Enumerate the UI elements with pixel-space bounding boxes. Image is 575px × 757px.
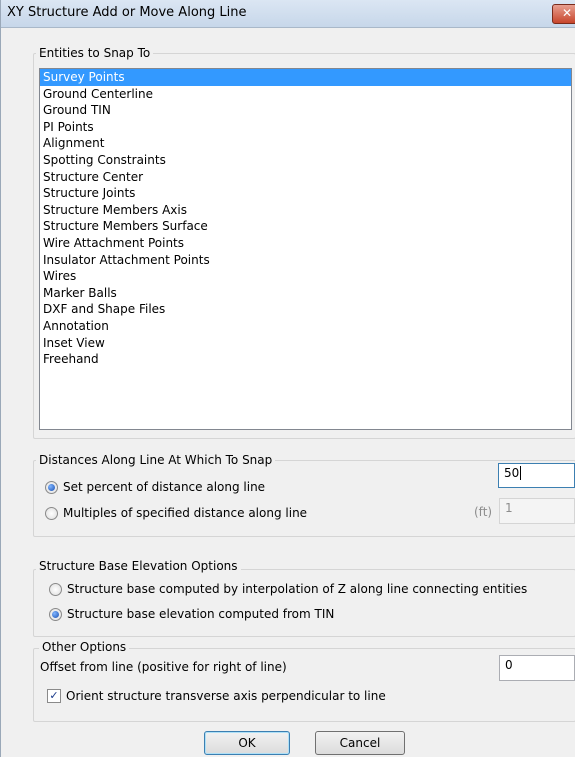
- list-item[interactable]: Structure Joints: [40, 185, 571, 202]
- entities-listbox[interactable]: Survey Points Ground Centerline Ground TIN…: [39, 68, 572, 430]
- distance-unit-label: (ft): [474, 505, 493, 519]
- multiples-input[interactable]: 1: [499, 498, 575, 524]
- cancel-button[interactable]: Cancel: [315, 731, 405, 755]
- radio-button-selected[interactable]: [45, 480, 58, 494]
- list-item[interactable]: Annotation: [40, 318, 571, 335]
- list-item[interactable]: Wire Attachment Points: [40, 235, 571, 252]
- close-icon[interactable]: ✕: [552, 4, 575, 24]
- list-item[interactable]: Alignment: [40, 135, 571, 152]
- distances-group: [33, 460, 575, 537]
- list-item[interactable]: Ground Centerline: [40, 86, 571, 103]
- title-bar[interactable]: XY Structure Add or Move Along Line ✕: [1, 0, 575, 28]
- tin-radio[interactable]: Structure base elevation computed from T…: [49, 607, 334, 621]
- list-item[interactable]: Freehand: [40, 351, 571, 368]
- tin-radio-label: Structure base elevation computed from T…: [67, 607, 335, 621]
- interp-radio-label: Structure base computed by interpolation…: [67, 582, 528, 596]
- list-item[interactable]: Structure Members Surface: [40, 218, 571, 235]
- list-item[interactable]: Structure Center: [40, 169, 571, 186]
- list-item[interactable]: PI Points: [40, 119, 571, 136]
- orient-checkbox-label: Orient structure transverse axis perpend…: [66, 689, 386, 703]
- offset-value: 0: [505, 658, 513, 672]
- radio-button-selected[interactable]: [49, 607, 62, 621]
- list-item[interactable]: Inset View: [40, 335, 571, 352]
- interp-radio[interactable]: Structure base computed by interpolation…: [49, 582, 527, 596]
- list-item[interactable]: Survey Points: [40, 69, 571, 86]
- dialog: XY Structure Add or Move Along Line ✕ En…: [0, 0, 575, 757]
- radio-button-unselected[interactable]: [49, 582, 62, 596]
- window-title: XY Structure Add or Move Along Line: [7, 5, 247, 20]
- other-options-group-label: Other Options: [39, 640, 130, 654]
- radio-button-unselected[interactable]: [45, 506, 58, 520]
- percent-value: 50: [504, 466, 520, 480]
- list-item[interactable]: DXF and Shape Files: [40, 301, 571, 318]
- percent-input[interactable]: 50: [498, 463, 575, 488]
- percent-radio[interactable]: Set percent of distance along line: [45, 480, 265, 494]
- percent-radio-label: Set percent of distance along line: [63, 480, 266, 494]
- list-item[interactable]: Marker Balls: [40, 285, 571, 302]
- orient-checkbox-row[interactable]: ✓ Orient structure transverse axis perpe…: [47, 689, 386, 703]
- offset-input[interactable]: 0: [499, 655, 575, 681]
- orient-checkbox[interactable]: ✓: [47, 689, 61, 703]
- text-cursor: [520, 466, 522, 480]
- entities-group-label: Entities to Snap To: [36, 46, 154, 60]
- list-item[interactable]: Structure Members Axis: [40, 202, 571, 219]
- list-item[interactable]: Wires: [40, 268, 571, 285]
- elevation-group-label: Structure Base Elevation Options: [36, 559, 241, 573]
- multiples-radio-label: Multiples of specified distance along li…: [63, 506, 308, 520]
- list-item[interactable]: Insulator Attachment Points: [40, 252, 571, 269]
- elevation-group: [33, 569, 575, 637]
- list-item[interactable]: Ground TIN: [40, 102, 571, 119]
- list-item[interactable]: Spotting Constraints: [40, 152, 571, 169]
- multiples-radio[interactable]: Multiples of specified distance along li…: [45, 506, 307, 520]
- ok-button[interactable]: OK: [204, 731, 290, 755]
- distances-group-label: Distances Along Line At Which To Snap: [36, 453, 276, 467]
- offset-label: Offset from line (positive for right of …: [40, 660, 287, 674]
- multiples-value: 1: [505, 501, 513, 515]
